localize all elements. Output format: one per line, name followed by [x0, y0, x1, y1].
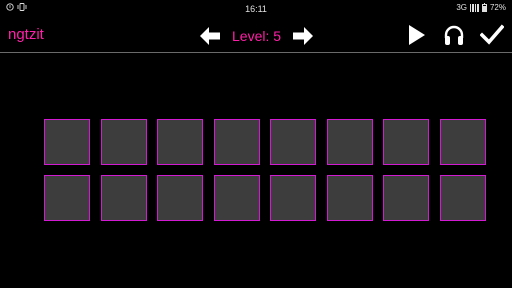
tile-cell[interactable]: [213, 119, 260, 165]
action-icons: [404, 23, 504, 47]
tile-cell[interactable]: [439, 175, 486, 221]
battery-icon: [481, 2, 487, 12]
status-time: 16:11: [245, 4, 267, 14]
tile-cell[interactable]: [326, 119, 373, 165]
tile-cell[interactable]: [100, 175, 147, 221]
tile-cell[interactable]: [157, 175, 203, 221]
tile-cell[interactable]: [270, 119, 316, 165]
network-type: 3G: [456, 3, 467, 12]
tile-cell[interactable]: [270, 175, 316, 221]
arrow-left-icon[interactable]: [198, 24, 222, 48]
tile-cell[interactable]: [44, 175, 90, 221]
level-navigation: Level: 5: [198, 24, 315, 48]
tile-cell[interactable]: [213, 175, 260, 221]
level-label: Level: 5: [232, 28, 282, 44]
app-bar-divider: [0, 52, 512, 53]
game-screen: 16:11 3G 72% ngtzit Level: 5: [0, 0, 512, 288]
app-title: ngtzit: [8, 26, 44, 43]
tile-cell[interactable]: [44, 119, 90, 165]
tile-cell[interactable]: [157, 119, 203, 165]
tile-cell[interactable]: [383, 119, 429, 165]
status-bar: 16:11 3G 72%: [0, 0, 512, 18]
tile-grid: [44, 119, 486, 221]
status-icons-right: 3G 72%: [456, 2, 506, 12]
tile-cell[interactable]: [100, 119, 147, 165]
tile-cell[interactable]: [326, 175, 373, 221]
app-bar: ngtzit Level: 5: [0, 18, 512, 52]
tile-cell[interactable]: [383, 175, 429, 221]
signal-icon: [469, 3, 479, 12]
play-icon[interactable]: [404, 23, 428, 47]
tile-cell[interactable]: [439, 119, 486, 165]
checkmark-icon[interactable]: [480, 23, 504, 47]
arrow-right-icon[interactable]: [291, 24, 315, 48]
headphones-icon[interactable]: [442, 23, 466, 47]
battery-percent: 72%: [489, 3, 506, 12]
